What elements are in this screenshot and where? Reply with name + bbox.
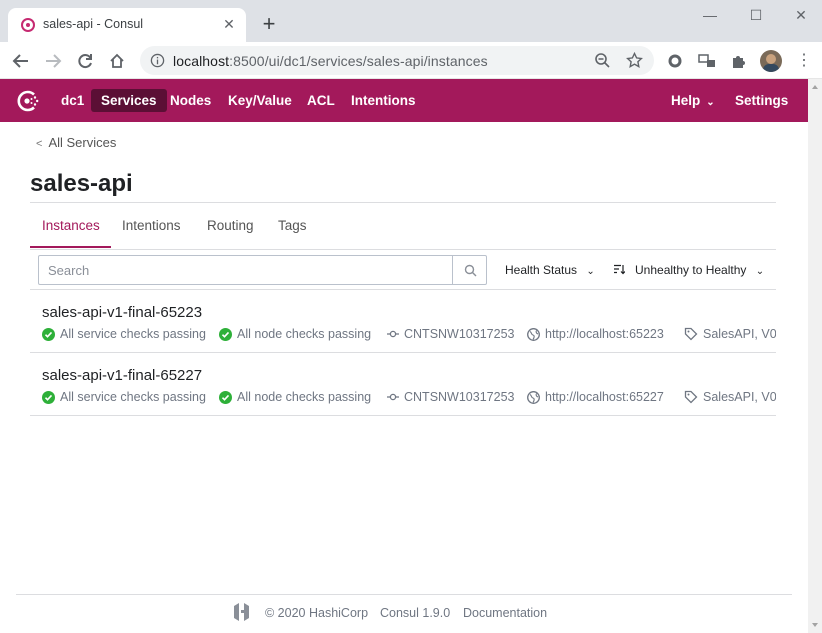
breadcrumb[interactable]: < All Services — [36, 135, 116, 150]
node-icon — [387, 330, 399, 338]
chevron-down-icon: ⌄ — [586, 266, 595, 277]
check-circle-icon — [219, 327, 232, 341]
filter-divider — [30, 289, 776, 290]
datacenter-selector[interactable]: dc1 — [51, 89, 94, 112]
row-divider — [30, 415, 776, 416]
chevron-down-icon: ⌄ — [755, 266, 765, 277]
health-status-label: Health Status — [505, 263, 578, 277]
instance-tags: SalesAPI, V0.( — [684, 390, 776, 404]
search-input[interactable] — [39, 256, 453, 284]
sort-icon — [614, 264, 626, 275]
sort-label: Unhealthy to Healthy — [635, 263, 747, 277]
globe-icon — [527, 390, 540, 404]
address-bar[interactable]: localhost:8500/ui/dc1/services/sales-api… — [140, 46, 654, 75]
browser-menu-icon[interactable]: ⋮ — [796, 52, 812, 70]
search-icon — [464, 264, 476, 276]
nav-nodes[interactable]: Nodes — [160, 89, 221, 112]
row-divider — [30, 352, 776, 353]
sort-selector[interactable]: Unhealthy to Healthy ⌄ — [613, 263, 764, 277]
search-button[interactable] — [452, 256, 487, 284]
new-tab-icon[interactable]: + — [258, 13, 280, 35]
tab-routing[interactable]: Routing — [207, 218, 254, 233]
tag-icon — [684, 327, 698, 341]
nav-settings[interactable]: Settings — [725, 89, 798, 112]
tab-instances[interactable]: Instances — [42, 218, 100, 233]
node-link[interactable]: CNTSNW10317253 — [387, 327, 514, 341]
footer-documentation-link[interactable]: Documentation — [463, 606, 547, 620]
footer-divider — [16, 594, 792, 595]
url-text[interactable]: localhost:8500/ui/dc1/services/sales-api… — [173, 53, 488, 69]
address-link[interactable]: http://localhost:65227 — [527, 390, 664, 404]
address-link[interactable]: http://localhost:65223 — [527, 327, 664, 341]
page-title: sales-api — [30, 170, 133, 197]
globe-icon — [527, 327, 540, 341]
node-checks-status: All node checks passing — [219, 390, 371, 404]
site-info-icon[interactable] — [150, 53, 165, 68]
tag-icon — [684, 390, 698, 404]
hashicorp-logo-icon[interactable] — [232, 602, 251, 622]
bookmark-star-icon[interactable] — [626, 52, 643, 69]
service-checks-status: All service checks passing — [42, 390, 206, 404]
consul-logo-icon[interactable] — [14, 88, 40, 114]
service-checks-status: All service checks passing — [42, 327, 206, 341]
extensions-puzzle-icon[interactable] — [730, 52, 748, 70]
forward-icon[interactable] — [41, 49, 65, 73]
node-checks-status: All node checks passing — [219, 327, 371, 341]
page-scrollbar[interactable] — [808, 79, 822, 633]
check-circle-icon — [42, 327, 55, 341]
window-close-icon[interactable]: ✕ — [781, 4, 821, 26]
close-tab-icon[interactable]: ✕ — [220, 15, 238, 33]
minimize-icon[interactable]: — — [690, 4, 730, 26]
reload-icon[interactable] — [73, 49, 97, 73]
browser-toolbar: localhost:8500/ui/dc1/services/sales-api… — [0, 42, 822, 79]
scroll-up-icon[interactable] — [812, 85, 818, 89]
instance-tags: SalesAPI, V0.( — [684, 327, 776, 341]
instance-name[interactable]: sales-api-v1-final-65227 — [42, 367, 202, 384]
consul-top-nav: dc1 Services Nodes Key/Value ACL Intenti… — [0, 79, 808, 122]
help-label: Help — [671, 93, 701, 108]
profile-avatar[interactable] — [760, 50, 782, 72]
check-circle-icon — [42, 390, 55, 404]
extension-network-icon[interactable] — [698, 52, 716, 70]
nav-services[interactable]: Services — [91, 89, 167, 112]
chevron-down-icon: ⌄ — [706, 97, 715, 108]
nav-acl[interactable]: ACL — [297, 89, 345, 112]
tab-tags[interactable]: Tags — [278, 218, 307, 233]
nav-key-value[interactable]: Key/Value — [218, 89, 302, 112]
title-divider — [30, 202, 776, 203]
extension-circle-icon[interactable] — [666, 52, 684, 70]
help-menu[interactable]: Help ⌄ — [661, 89, 725, 112]
breadcrumb-all-services[interactable]: All Services — [48, 135, 116, 150]
tab-intentions[interactable]: Intentions — [122, 218, 181, 233]
browser-tab[interactable]: sales-api - Consul ✕ — [8, 8, 246, 42]
node-link[interactable]: CNTSNW10317253 — [387, 390, 514, 404]
nav-intentions[interactable]: Intentions — [341, 89, 426, 112]
node-icon — [387, 393, 399, 401]
search-field — [38, 255, 487, 285]
chevron-left-icon: < — [36, 138, 43, 150]
browser-tab-strip: sales-api - Consul ✕ + — ☐ ✕ — [0, 0, 822, 42]
footer-version: Consul 1.9.0 — [380, 606, 451, 620]
check-circle-icon — [219, 390, 232, 404]
active-tab-indicator — [30, 246, 111, 248]
home-icon[interactable] — [105, 49, 129, 73]
scroll-down-icon[interactable] — [812, 623, 818, 627]
tabs-divider — [30, 249, 776, 250]
back-icon[interactable] — [9, 49, 33, 73]
consul-favicon-icon — [21, 18, 35, 32]
tab-title: sales-api - Consul — [43, 17, 144, 31]
maximize-icon[interactable]: ☐ — [736, 4, 776, 26]
instance-name[interactable]: sales-api-v1-final-65223 — [42, 304, 202, 321]
health-status-filter[interactable]: Health Status ⌄ — [505, 263, 595, 277]
footer-copyright: © 2020 HashiCorp — [265, 606, 369, 620]
zoom-icon[interactable] — [594, 52, 611, 69]
